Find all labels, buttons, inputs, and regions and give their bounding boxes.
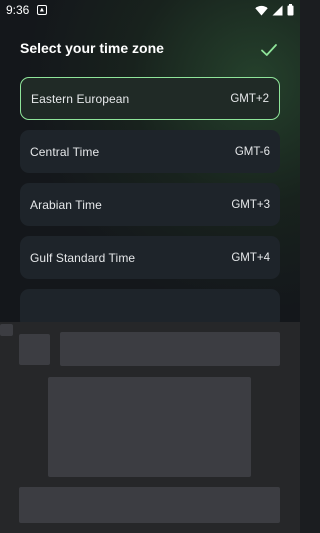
timezone-item-arabian-time[interactable]: Arabian Time GMT+3 xyxy=(20,183,280,226)
timezone-item-partial[interactable] xyxy=(20,289,280,325)
timezone-name: Central Time xyxy=(30,144,100,159)
timezone-item-eastern-european[interactable]: Eastern European GMT+2 xyxy=(20,77,280,120)
timezone-offset: GMT-6 xyxy=(234,145,270,158)
battery-icon xyxy=(287,4,294,16)
page-title: Select your time zone xyxy=(20,40,164,56)
timezone-item-gulf-standard-time[interactable]: Gulf Standard Time GMT+4 xyxy=(20,236,280,279)
timezone-name: Gulf Standard Time xyxy=(30,250,136,265)
wifi-icon xyxy=(255,5,268,15)
timezone-offset: GMT+4 xyxy=(231,251,270,264)
timezone-offset: GMT+2 xyxy=(230,92,269,105)
timezone-sheet: Select your time zone Eastern European G… xyxy=(0,0,300,325)
status-time: 9:36 xyxy=(6,3,30,17)
placeholder-corner xyxy=(0,324,13,336)
check-icon[interactable] xyxy=(260,42,278,58)
notification-icon xyxy=(37,5,48,15)
placeholder-icon xyxy=(19,334,50,365)
timezone-offset: GMT+3 xyxy=(231,198,270,211)
timezone-item-central-time[interactable]: Central Time GMT-6 xyxy=(20,130,280,173)
placeholder-button[interactable] xyxy=(19,487,280,523)
signal-icon xyxy=(272,5,283,15)
timezone-name: Arabian Time xyxy=(30,197,102,212)
placeholder-media xyxy=(48,377,251,477)
status-bar: 9:36 xyxy=(0,0,300,20)
timezone-name: Eastern European xyxy=(31,91,130,106)
placeholder-headline xyxy=(60,332,280,366)
